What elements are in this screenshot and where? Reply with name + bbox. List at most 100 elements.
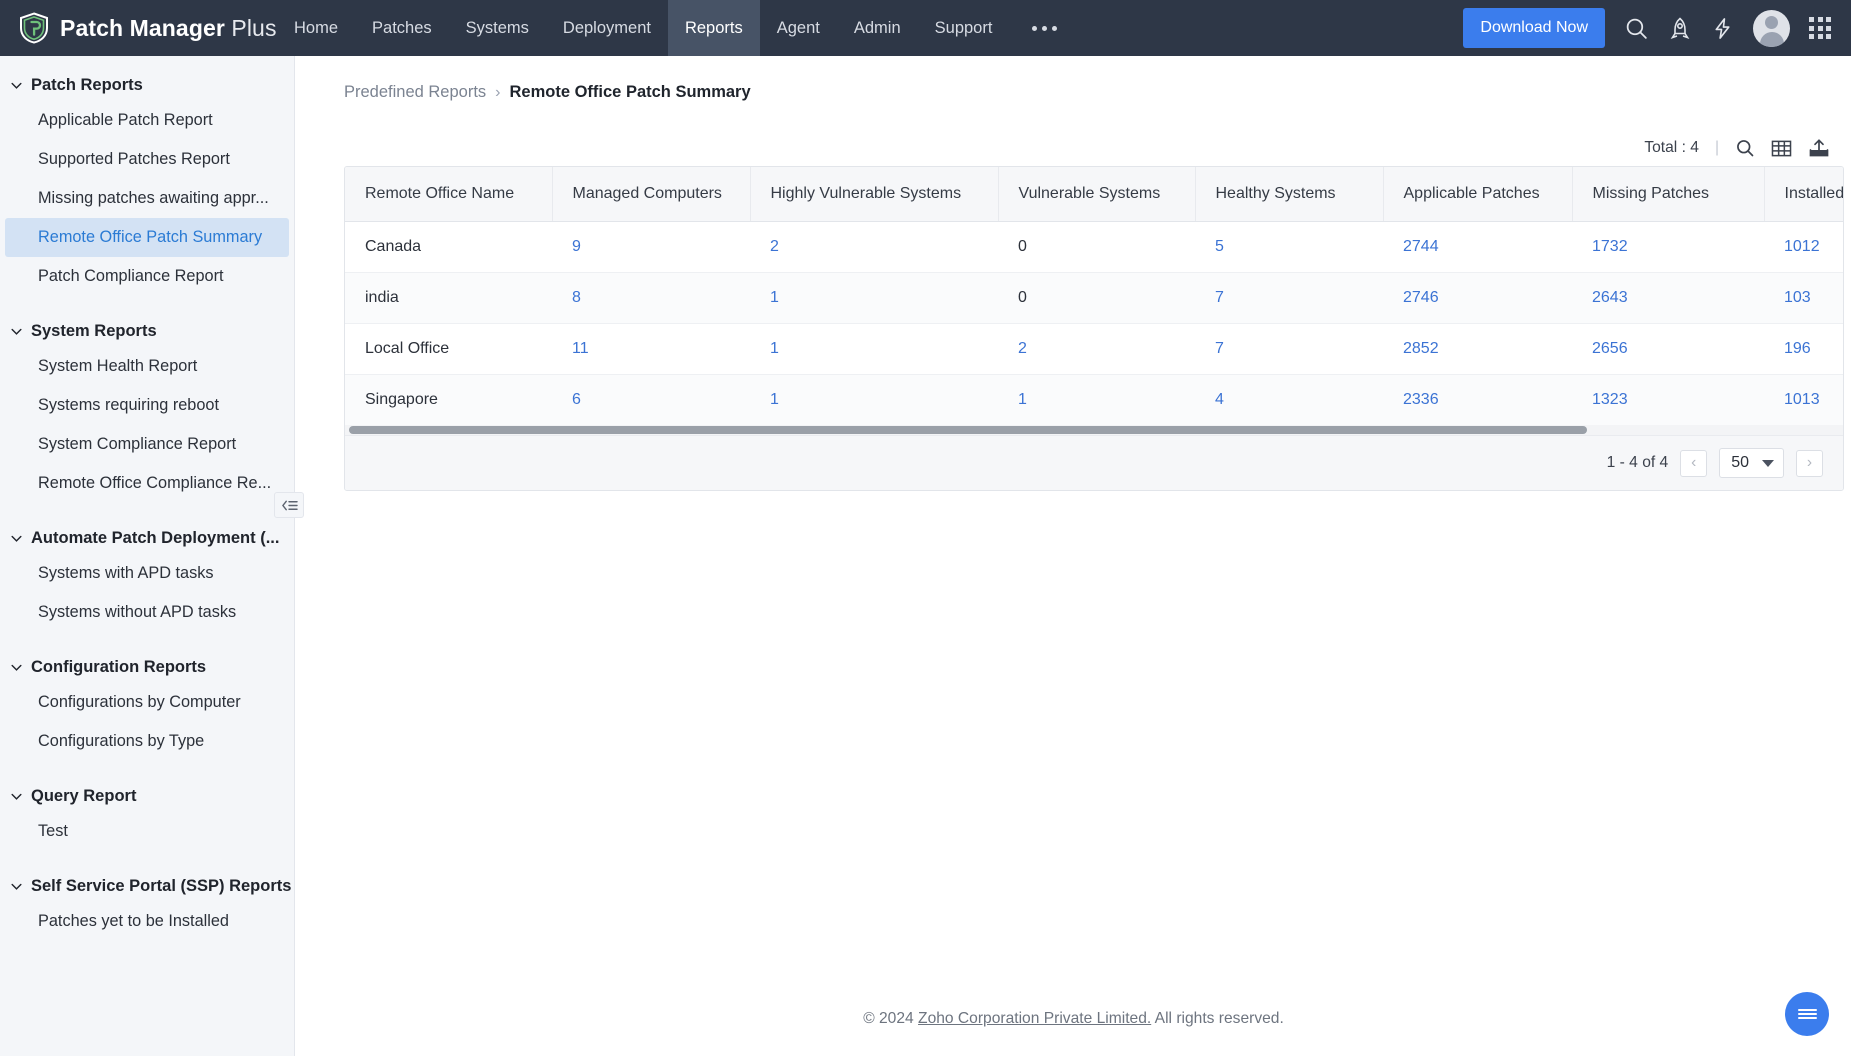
table-row[interactable]: india 8 1 0 7 2746 2643 103 xyxy=(345,272,1843,324)
sidebar-item-system-health-report[interactable]: System Health Report xyxy=(5,347,289,386)
cell-missing-patches[interactable]: 1732 xyxy=(1572,221,1764,273)
sidebar-item-patch-compliance-report[interactable]: Patch Compliance Report xyxy=(5,257,289,296)
cell-highly-vulnerable-systems[interactable]: 1 xyxy=(750,323,998,375)
sidebar-item-patches-yet-to-be-installed[interactable]: Patches yet to be Installed xyxy=(5,902,289,941)
cell-missing-patches[interactable]: 1323 xyxy=(1572,375,1764,426)
more-menu-icon[interactable] xyxy=(1009,0,1079,56)
rocket-icon[interactable] xyxy=(1668,16,1692,41)
cell-installed-patches[interactable]: 1012 xyxy=(1764,221,1843,273)
nav-item-support[interactable]: Support xyxy=(918,0,1010,56)
column-header-vulnerable-systems[interactable]: Vulnerable Systems xyxy=(998,167,1196,222)
sidebar-group-patch-reports: Patch Reports Applicable Patch Report Su… xyxy=(0,70,294,296)
chevron-down-icon xyxy=(11,328,22,335)
cell-highly-vulnerable-systems[interactable]: 1 xyxy=(750,272,998,324)
table-row[interactable]: Canada 9 2 0 5 2744 1732 1012 xyxy=(345,221,1843,273)
nav-item-agent[interactable]: Agent xyxy=(760,0,837,56)
breadcrumb: Predefined Reports › Remote Office Patch… xyxy=(296,56,1851,102)
search-icon[interactable] xyxy=(1624,16,1649,41)
sidebar-item-systems-without-apd-tasks[interactable]: Systems without APD tasks xyxy=(5,593,289,632)
download-now-button[interactable]: Download Now xyxy=(1463,8,1605,48)
sidebar-item-remote-office-compliance-report[interactable]: Remote Office Compliance Re... xyxy=(5,464,289,503)
footer-company-link[interactable]: Zoho Corporation Private Limited. xyxy=(918,1010,1151,1027)
sidebar-group-header-query-report[interactable]: Query Report xyxy=(0,781,294,812)
cell-applicable-patches[interactable]: 2852 xyxy=(1383,323,1572,375)
sidebar-item-supported-patches-report[interactable]: Supported Patches Report xyxy=(5,140,289,179)
column-header-healthy-systems[interactable]: Healthy Systems xyxy=(1195,167,1384,222)
column-header-installed-patches[interactable]: Installed Pa xyxy=(1764,167,1843,222)
cell-healthy-systems[interactable]: 7 xyxy=(1195,323,1383,375)
cell-applicable-patches[interactable]: 2336 xyxy=(1383,375,1572,426)
report-panel: Total : 4 | Remote Office Name Managed C… xyxy=(344,130,1844,491)
cell-vulnerable-systems[interactable]: 1 xyxy=(998,375,1195,426)
cell-healthy-systems[interactable]: 5 xyxy=(1195,221,1383,273)
sidebar-item-configurations-by-type[interactable]: Configurations by Type xyxy=(5,722,289,761)
sidebar-group-header-patch-reports[interactable]: Patch Reports xyxy=(0,70,294,101)
sidebar-group-label: Patch Reports xyxy=(31,76,143,94)
table-row[interactable]: Local Office 11 1 2 7 2852 2656 196 xyxy=(345,323,1843,375)
cell-missing-patches[interactable]: 2656 xyxy=(1572,323,1764,375)
nav-item-reports[interactable]: Reports xyxy=(667,0,760,56)
search-icon[interactable] xyxy=(1735,138,1755,158)
sidebar-group-header-configuration-reports[interactable]: Configuration Reports xyxy=(0,652,294,683)
apps-grid-icon[interactable] xyxy=(1809,17,1831,39)
sidebar-group-ssp-reports: Self Service Portal (SSP) Reports Patche… xyxy=(0,871,294,941)
nav-item-patches[interactable]: Patches xyxy=(355,0,449,56)
cell-managed-computers[interactable]: 11 xyxy=(552,323,750,375)
cell-managed-computers[interactable]: 6 xyxy=(552,375,750,426)
top-navigation-bar: Patch Manager Plus Home Patches Systems … xyxy=(0,0,1851,56)
header-actions: Download Now xyxy=(1463,8,1851,48)
breadcrumb-parent-link[interactable]: Predefined Reports xyxy=(344,83,486,102)
cell-applicable-patches[interactable]: 2744 xyxy=(1383,221,1572,273)
nav-item-systems[interactable]: Systems xyxy=(449,0,546,56)
sidebar-group-header-system-reports[interactable]: System Reports xyxy=(0,316,294,347)
cell-managed-computers[interactable]: 9 xyxy=(552,221,750,273)
sidebar-item-configurations-by-computer[interactable]: Configurations by Computer xyxy=(5,683,289,722)
horizontal-scrollbar[interactable] xyxy=(345,425,1843,435)
column-header-highly-vulnerable-systems[interactable]: Highly Vulnerable Systems xyxy=(750,167,999,222)
sidebar-group-header-automate-patch-deployment[interactable]: Automate Patch Deployment (... xyxy=(0,523,294,554)
nav-item-deployment[interactable]: Deployment xyxy=(546,0,668,56)
report-table-container: Remote Office Name Managed Computers Hig… xyxy=(344,166,1844,491)
cell-managed-computers[interactable]: 8 xyxy=(552,272,750,324)
nav-item-home[interactable]: Home xyxy=(277,0,355,56)
cell-applicable-patches[interactable]: 2746 xyxy=(1383,272,1572,324)
previous-page-button[interactable]: ‹ xyxy=(1680,449,1708,477)
column-settings-icon[interactable] xyxy=(1771,139,1792,158)
cell-healthy-systems[interactable]: 7 xyxy=(1195,272,1383,324)
export-icon[interactable] xyxy=(1808,138,1830,158)
next-page-button[interactable]: › xyxy=(1796,449,1823,477)
cell-healthy-systems[interactable]: 4 xyxy=(1195,375,1383,426)
cell-highly-vulnerable-systems[interactable]: 1 xyxy=(750,375,998,426)
collapse-sidebar-icon[interactable] xyxy=(274,492,304,518)
sidebar-item-systems-requiring-reboot[interactable]: Systems requiring reboot xyxy=(5,386,289,425)
cell-missing-patches[interactable]: 2643 xyxy=(1572,272,1764,324)
sidebar-item-applicable-patch-report[interactable]: Applicable Patch Report xyxy=(5,101,289,140)
column-header-managed-computers[interactable]: Managed Computers xyxy=(552,167,751,222)
brand-logo-area[interactable]: Patch Manager Plus xyxy=(0,12,277,44)
chat-menu-fab[interactable] xyxy=(1785,992,1829,1036)
lightning-icon[interactable] xyxy=(1711,16,1734,41)
sidebar-item-system-compliance-report[interactable]: System Compliance Report xyxy=(5,425,289,464)
breadcrumb-separator-icon: › xyxy=(495,83,501,101)
nav-item-admin[interactable]: Admin xyxy=(837,0,918,56)
column-header-remote-office-name[interactable]: Remote Office Name xyxy=(345,167,553,222)
column-header-applicable-patches[interactable]: Applicable Patches xyxy=(1383,167,1573,222)
cell-installed-patches[interactable]: 196 xyxy=(1764,323,1843,375)
dot-2 xyxy=(1041,25,1047,31)
avatar[interactable] xyxy=(1753,9,1790,47)
sidebar-item-missing-patches-awaiting-approval[interactable]: Missing patches awaiting appr... xyxy=(5,179,289,218)
cell-installed-patches[interactable]: 103 xyxy=(1764,272,1843,324)
table-pagination-footer: 1 - 4 of 4 ‹ 50 › xyxy=(345,435,1843,490)
horizontal-scrollbar-thumb[interactable] xyxy=(349,426,1587,434)
page-size-select[interactable]: 50 xyxy=(1719,448,1784,478)
column-header-missing-patches[interactable]: Missing Patches xyxy=(1572,167,1765,222)
sidebar-group-label: Self Service Portal (SSP) Reports xyxy=(31,877,292,895)
sidebar-item-systems-with-apd-tasks[interactable]: Systems with APD tasks xyxy=(5,554,289,593)
cell-installed-patches[interactable]: 1013 xyxy=(1764,375,1843,426)
cell-vulnerable-systems[interactable]: 2 xyxy=(998,323,1195,375)
cell-highly-vulnerable-systems[interactable]: 2 xyxy=(750,221,998,273)
sidebar-group-header-ssp-reports[interactable]: Self Service Portal (SSP) Reports xyxy=(0,871,294,902)
sidebar-item-test[interactable]: Test xyxy=(5,812,289,851)
table-row[interactable]: Singapore 6 1 1 4 2336 1323 1013 xyxy=(345,374,1843,426)
sidebar-item-remote-office-patch-summary[interactable]: Remote Office Patch Summary xyxy=(5,218,289,257)
